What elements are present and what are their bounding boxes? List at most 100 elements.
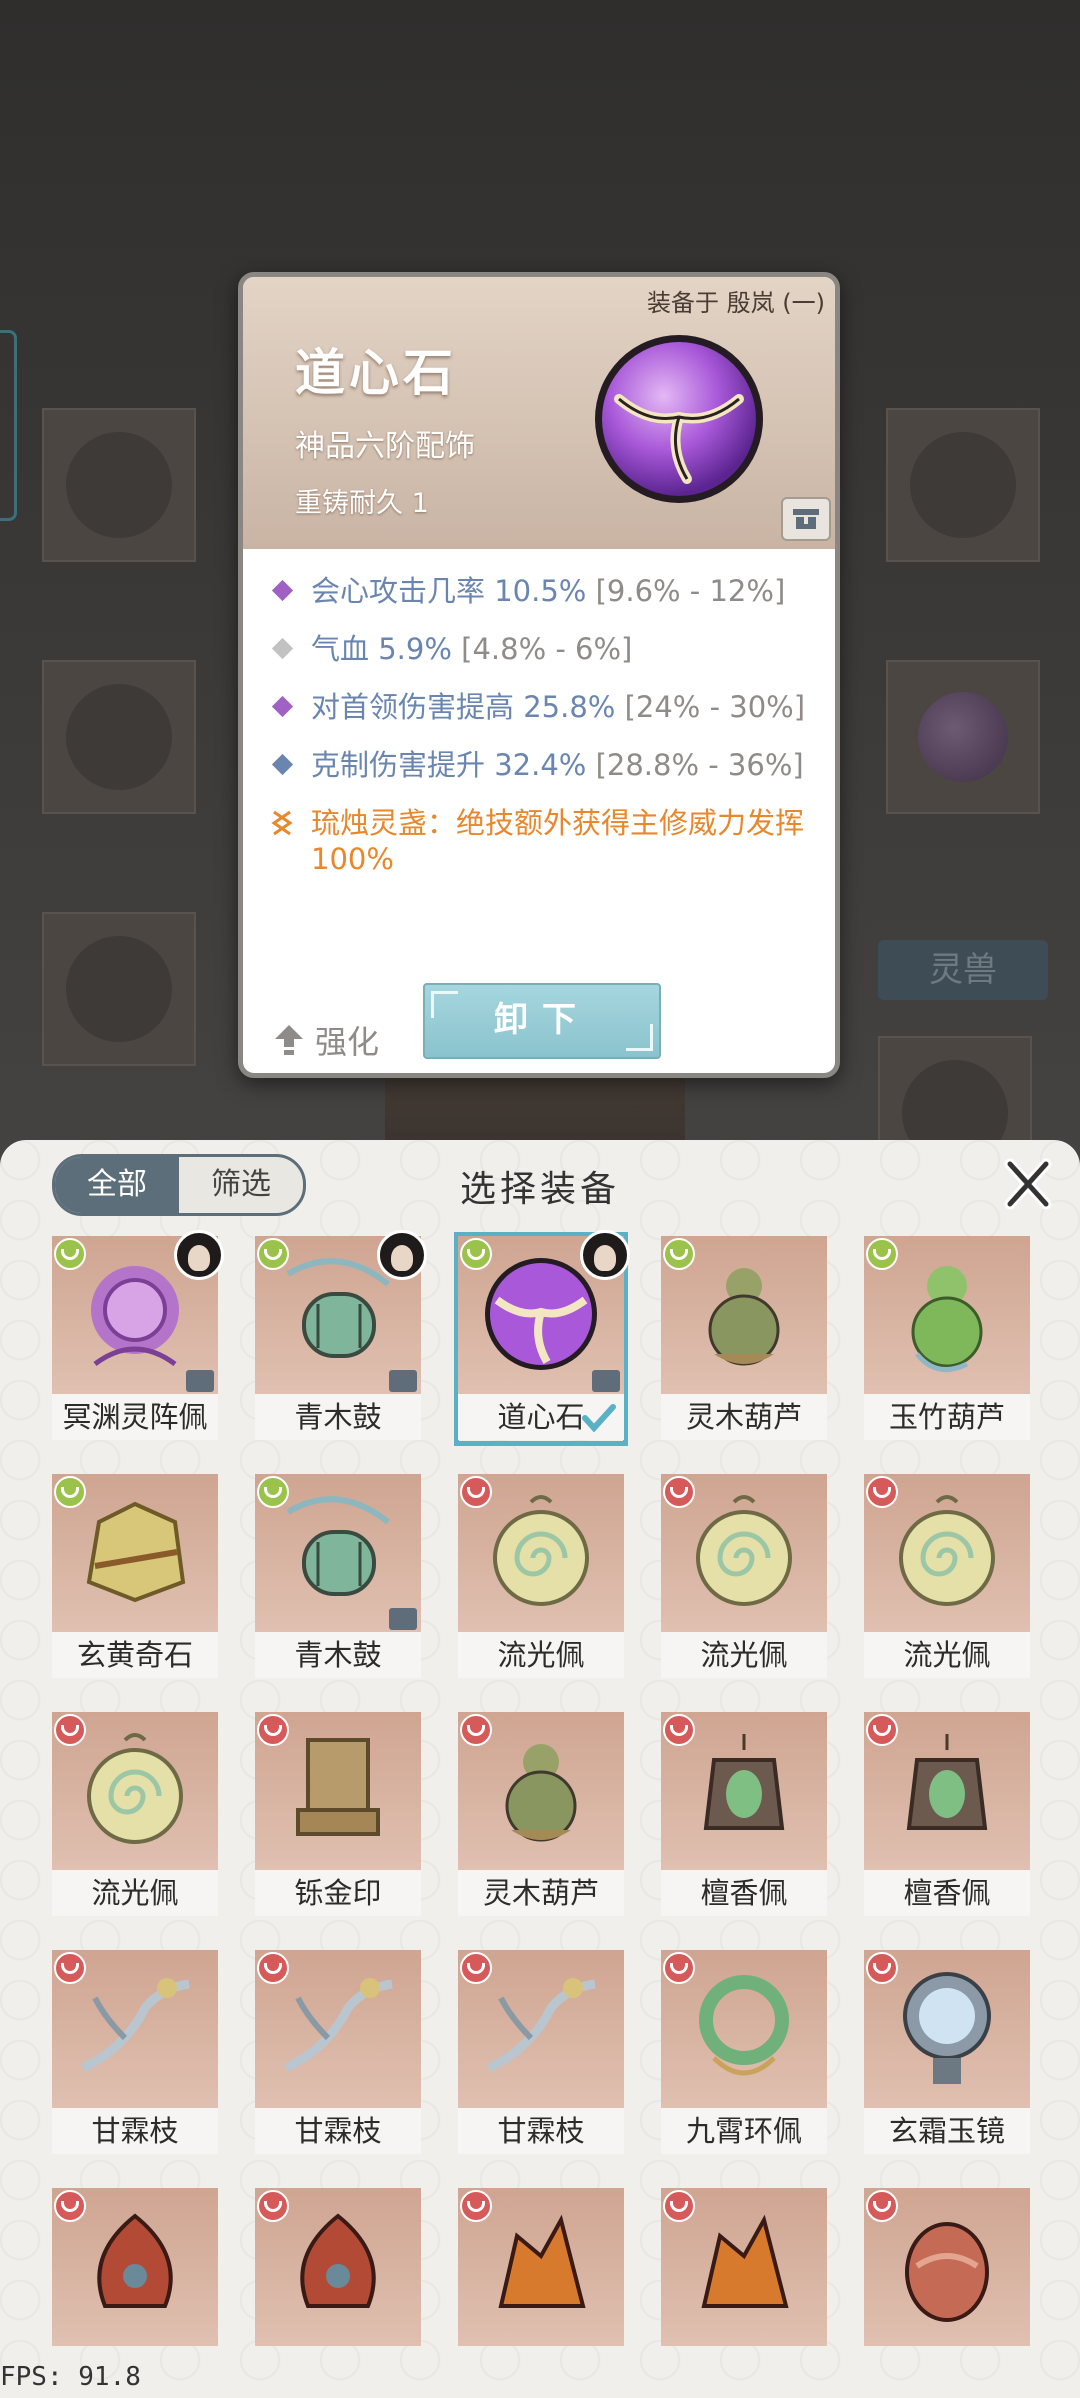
red-knot-icon — [905, 2222, 989, 2322]
gray-diamond-icon — [271, 637, 294, 660]
incense-pendant-icon — [703, 1734, 785, 1830]
equipment-card[interactable]: 流光佩 — [52, 1712, 218, 1918]
equipment-name: 流光佩 — [458, 1632, 624, 1678]
equipment-name: 流光佩 — [661, 1632, 827, 1678]
element-badge-icon — [663, 2190, 695, 2222]
element-badge-icon — [460, 2190, 492, 2222]
stat-row: 对首领伤害提高 25.8% [24% - 30%] — [271, 689, 821, 725]
spiral-pendant-icon — [696, 1495, 792, 1606]
special-effect-icon — [271, 810, 293, 836]
equipment-card[interactable]: 青木鼓 — [255, 1474, 421, 1680]
weapon-slot[interactable] — [42, 408, 196, 562]
stat-row: 气血 5.9% [4.8% - 6%] — [271, 631, 821, 667]
element-badge-icon — [866, 1952, 898, 1984]
gourd-icon — [505, 1744, 577, 1842]
boots-slot[interactable] — [42, 912, 196, 1066]
equipment-name: 玉竹葫芦 — [864, 1394, 1030, 1440]
equipment-card[interactable] — [864, 2188, 1030, 2394]
element-badge-icon — [257, 1238, 289, 1270]
equipment-card[interactable]: 甘霖枝 — [255, 1950, 421, 2156]
stat-list: 会心攻击几率 10.5% [9.6% - 12%] 气血 5.9% [4.8% … — [271, 573, 821, 899]
equipment-card[interactable]: 甘霖枝 — [52, 1950, 218, 2156]
accessory-slot-1[interactable] — [886, 408, 1040, 562]
drum-icon — [286, 1496, 390, 1596]
flame-crystal-icon — [498, 2214, 586, 2308]
equipment-card[interactable]: 灵木葫芦 — [458, 1712, 624, 1918]
stat-row: 克制伤害提升 32.4% [28.8% - 36%] — [271, 747, 821, 783]
strengthen-button[interactable]: 强化 — [273, 1017, 379, 1063]
close-icon[interactable] — [1000, 1156, 1056, 1212]
armor-slot[interactable] — [42, 660, 196, 814]
equipment-name: 灵木葫芦 — [661, 1394, 827, 1440]
lock-icon — [389, 1370, 417, 1392]
element-badge-icon — [54, 2190, 86, 2222]
stat-range: [24% - 30%] — [624, 690, 806, 724]
item-detail-header: 装备于 殷岚 (一) 道心石 神品六阶配饰 重铸耐久 1 — [243, 277, 835, 549]
purple-diamond-icon — [271, 579, 294, 602]
branch-icon — [81, 1978, 190, 2073]
element-badge-icon — [257, 1476, 289, 1508]
element-badge-icon — [257, 1714, 289, 1746]
dao-heart-stone-icon — [595, 335, 763, 503]
special-effect-row: 琉烛灵盏：绝技额外获得主修威力发挥100% — [271, 805, 821, 877]
equipment-card[interactable]: 玉竹葫芦 — [864, 1236, 1030, 1442]
equipment-card[interactable]: 甘霖枝 — [458, 1950, 624, 2156]
flame-crystal-icon — [701, 2214, 789, 2308]
equipment-name: 甘霖枝 — [458, 2108, 624, 2154]
equipment-card[interactable]: 冥渊灵阵佩 — [52, 1230, 224, 1442]
accessory-slot-2[interactable] — [886, 660, 1040, 814]
element-badge-icon — [54, 1714, 86, 1746]
left-side-tab[interactable] — [0, 330, 17, 521]
red-gem-icon — [300, 2213, 376, 2308]
equipment-name: 青木鼓 — [255, 1394, 421, 1440]
yellow-stone-icon — [86, 1501, 186, 1603]
lock-icon — [592, 1370, 620, 1392]
element-badge-icon — [866, 1714, 898, 1746]
equipment-card[interactable]: 玄黄奇石 — [52, 1474, 218, 1680]
fps-counter: FPS: 91.8 — [0, 2362, 141, 2392]
equipment-card[interactable]: 流光佩 — [864, 1474, 1030, 1680]
element-badge-icon — [54, 1952, 86, 1984]
element-badge-icon — [257, 1952, 289, 1984]
equipment-select-panel: 全部 筛选 选择装备 冥渊灵阵佩 青木鼓 道心石 灵木葫芦 玉竹葫芦 玄黄奇石 青木鼓 流光佩… — [0, 1140, 1080, 2398]
jade-gourd-icon — [911, 1266, 983, 1373]
spiral-pendant-icon — [87, 1733, 183, 1844]
strengthen-label: 强化 — [315, 1023, 380, 1061]
stat-label: 气血 — [311, 632, 370, 666]
unequip-button[interactable]: 卸下 — [423, 983, 661, 1059]
equipment-card[interactable]: 铄金印 — [255, 1712, 421, 1918]
element-badge-icon — [54, 1476, 86, 1508]
equipment-name: 九霄环佩 — [661, 2108, 827, 2154]
stat-value: 5.9% — [378, 632, 452, 666]
lock-button[interactable] — [781, 497, 831, 541]
spirit-beast-tab[interactable]: 灵兽 — [878, 940, 1048, 1000]
lock-icon — [186, 1370, 214, 1392]
equipment-card[interactable]: 玄霜玉镜 — [864, 1950, 1030, 2156]
equipment-card[interactable]: 灵木葫芦 — [661, 1236, 827, 1442]
stat-label: 克制伤害提升 — [311, 748, 486, 782]
equipped-character-avatar — [377, 1230, 427, 1280]
equipment-card[interactable] — [255, 2188, 421, 2394]
stat-row: 会心攻击几率 10.5% [9.6% - 12%] — [271, 573, 821, 609]
element-badge-icon — [460, 1952, 492, 1984]
equipment-name: 甘霖枝 — [255, 2108, 421, 2154]
equipment-name: 甘霖枝 — [52, 2108, 218, 2154]
equipment-card[interactable]: 道心石 — [454, 1230, 630, 1446]
equipment-card[interactable]: 九霄环佩 — [661, 1950, 827, 2156]
equipment-name: 玄黄奇石 — [52, 1632, 218, 1678]
stat-range: [4.8% - 6%] — [461, 632, 633, 666]
equipment-card[interactable]: 檀香佩 — [864, 1712, 1030, 1918]
stat-value: 25.8% — [523, 690, 616, 724]
element-badge-icon — [54, 1238, 86, 1270]
equipment-name: 檀香佩 — [661, 1870, 827, 1916]
equipment-card[interactable]: 流光佩 — [458, 1474, 624, 1680]
stat-range: [9.6% - 12%] — [595, 574, 786, 608]
equipment-card[interactable] — [458, 2188, 624, 2394]
equipment-card[interactable] — [661, 2188, 827, 2394]
equipment-name: 铄金印 — [255, 1870, 421, 1916]
equipment-card[interactable]: 檀香佩 — [661, 1712, 827, 1918]
equipped-character-avatar — [174, 1230, 224, 1280]
upgrade-arrow-icon — [275, 1025, 303, 1055]
equipment-card[interactable]: 青木鼓 — [255, 1230, 427, 1442]
equipment-card[interactable]: 流光佩 — [661, 1474, 827, 1680]
